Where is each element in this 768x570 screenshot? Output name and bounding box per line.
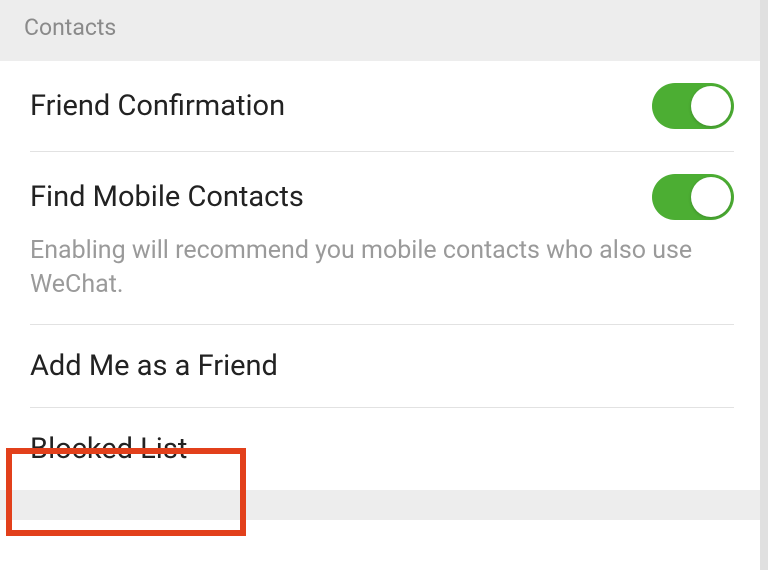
toggle-knob (691, 177, 731, 217)
blocked-list-label: Blocked List (30, 432, 187, 466)
friend-confirmation-toggle[interactable] (652, 83, 734, 129)
scrollbar-track[interactable] (760, 0, 768, 570)
footer-gap (0, 490, 760, 520)
friend-confirmation-label: Friend Confirmation (30, 89, 285, 123)
blocked-list-row[interactable]: Blocked List (0, 408, 760, 490)
find-mobile-contacts-description: Enabling will recommend you mobile conta… (0, 234, 760, 324)
add-me-as-friend-row[interactable]: Add Me as a Friend (0, 325, 760, 407)
find-mobile-contacts-label: Find Mobile Contacts (30, 180, 304, 214)
settings-list: Friend Confirmation Find Mobile Contacts… (0, 61, 760, 490)
section-header-contacts: Contacts (0, 0, 760, 61)
add-me-as-friend-label: Add Me as a Friend (30, 349, 278, 383)
section-title: Contacts (24, 14, 116, 41)
settings-panel: Contacts Friend Confirmation Find Mobile… (0, 0, 760, 570)
toggle-knob (691, 86, 731, 126)
find-mobile-contacts-row[interactable]: Find Mobile Contacts (0, 152, 760, 234)
find-mobile-contacts-toggle[interactable] (652, 174, 734, 220)
friend-confirmation-row[interactable]: Friend Confirmation (0, 61, 760, 151)
